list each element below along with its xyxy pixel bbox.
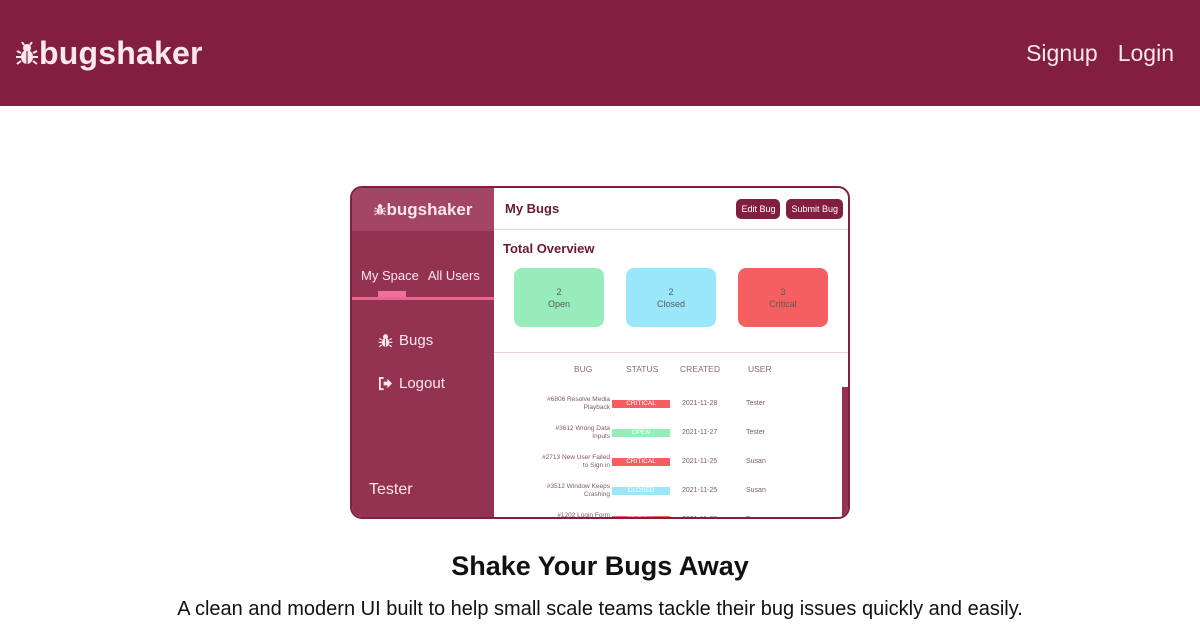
preview-scrollbar bbox=[842, 387, 848, 517]
bug-user: Tester bbox=[746, 429, 766, 436]
navbar: bugshaker Signup Login bbox=[0, 0, 1200, 106]
table-row: #1202 Login FormCRITICAL 2021-11-25 Dave bbox=[542, 512, 842, 519]
preview-menu-logout: Logout bbox=[378, 375, 445, 392]
brand-name: bugshaker bbox=[39, 34, 203, 71]
preview-tabs: My Space All Users bbox=[361, 268, 480, 283]
status-badge: CRITICAL bbox=[612, 458, 670, 466]
hero-description: A clean and modern UI built to help smal… bbox=[177, 598, 1023, 620]
card-label: Open bbox=[547, 298, 571, 309]
created-date: 2021-11-25 bbox=[682, 458, 718, 465]
logout-icon bbox=[378, 376, 393, 391]
created-date: 2021-11-25 bbox=[682, 487, 718, 494]
preview-card-open: 2 Open bbox=[514, 268, 604, 327]
signup-link[interactable]: Signup bbox=[1026, 40, 1098, 67]
preview-buttons: Edit Bug Submit Bug bbox=[736, 198, 843, 219]
bug-title: #6806 Resolve Media Playback bbox=[547, 396, 610, 411]
preview-menu-bugs: Bugs bbox=[378, 332, 433, 349]
bug-title: #1202 Login Form bbox=[557, 512, 610, 519]
bug-title: #2713 New User Failed to Sign in bbox=[542, 454, 610, 469]
preview-user-name: Tester bbox=[369, 481, 413, 498]
card-count: 2 bbox=[556, 286, 562, 297]
created-date: 2021-11-28 bbox=[682, 400, 718, 407]
table-row: #3512 Window Keeps Crashing CLOSED 2021-11… bbox=[542, 483, 842, 509]
preview-tab-all-users: All Users bbox=[427, 268, 480, 283]
preview-brand-name: bugshaker bbox=[386, 199, 473, 219]
preview-tab-my-space: My Space bbox=[361, 268, 419, 283]
bug-user: Susan bbox=[746, 458, 766, 465]
preview-sidebar-brand: bugshaker bbox=[352, 188, 494, 231]
created-date: 2021-11-25 bbox=[682, 516, 717, 517]
preview-edit-bug-button: Edit Bug bbox=[736, 198, 781, 219]
bug-icon bbox=[373, 204, 386, 216]
bug-title: #3612 Wrong Data Inputs bbox=[555, 425, 610, 440]
column-header-status: STATUS bbox=[626, 364, 659, 374]
card-label: Closed bbox=[656, 298, 685, 309]
preview-submit-bug-button: Submit Bug bbox=[786, 198, 843, 219]
status-badge: CRITICAL bbox=[612, 400, 670, 408]
table-row: #6806 Resolve Media Playback CRITICAL 2021… bbox=[542, 396, 842, 422]
preview-card-critical: 3 Critical bbox=[738, 268, 828, 327]
bug-user: Tester bbox=[746, 400, 766, 407]
status-badge: CRITICAL bbox=[612, 516, 670, 517]
preview-menu-logout-label: Logout bbox=[399, 375, 445, 392]
bug-title: #3512 Window Keeps Crashing bbox=[546, 483, 610, 498]
brand-logo[interactable]: bugshaker bbox=[16, 35, 203, 72]
card-count: 3 bbox=[780, 286, 786, 297]
created-date: 2021-11-27 bbox=[682, 429, 718, 436]
card-label: Critical bbox=[769, 298, 797, 309]
column-header-user: USER bbox=[748, 364, 772, 374]
preview-menu-bugs-label: Bugs bbox=[399, 332, 434, 349]
table-row: #2713 New User Failed to Sign in CRITICAL… bbox=[542, 454, 842, 480]
hero-title: Shake Your Bugs Away bbox=[451, 551, 749, 581]
nav-links: Signup Login bbox=[1026, 40, 1174, 67]
status-badge: CLOSED bbox=[612, 487, 670, 495]
column-header-bug: BUG bbox=[574, 364, 593, 374]
status-badge: OPEN bbox=[612, 429, 670, 437]
card-count: 2 bbox=[668, 286, 674, 297]
preview-sidebar: bugshaker My Space All Users Bugs Logout… bbox=[352, 188, 494, 517]
bug-user: Dave bbox=[746, 516, 762, 517]
preview-card-closed: 2 Closed bbox=[626, 268, 716, 327]
bug-user: Susan bbox=[746, 487, 766, 494]
bug-icon bbox=[16, 42, 38, 65]
preview-main: My Bugs Edit Bug Submit Bug Total Overvi… bbox=[494, 188, 848, 517]
login-link[interactable]: Login bbox=[1118, 40, 1174, 67]
table-row: #3612 Wrong Data Inputs OPEN 2021-11-27 Tes… bbox=[542, 425, 842, 451]
preview-overview-cards: 2 Open 2 Closed 3 Critical bbox=[514, 268, 828, 327]
preview-tab-underline bbox=[352, 297, 494, 300]
column-header-created: CREATED bbox=[680, 364, 720, 374]
app-preview-image: bugshaker My Space All Users Bugs Logout… bbox=[350, 186, 850, 519]
preview-header: My Bugs Edit Bug Submit Bug bbox=[494, 188, 848, 230]
preview-divider bbox=[494, 352, 848, 353]
bug-icon bbox=[378, 334, 393, 348]
preview-overview-title: Total Overview bbox=[503, 241, 595, 256]
preview-title: My Bugs bbox=[505, 201, 560, 216]
